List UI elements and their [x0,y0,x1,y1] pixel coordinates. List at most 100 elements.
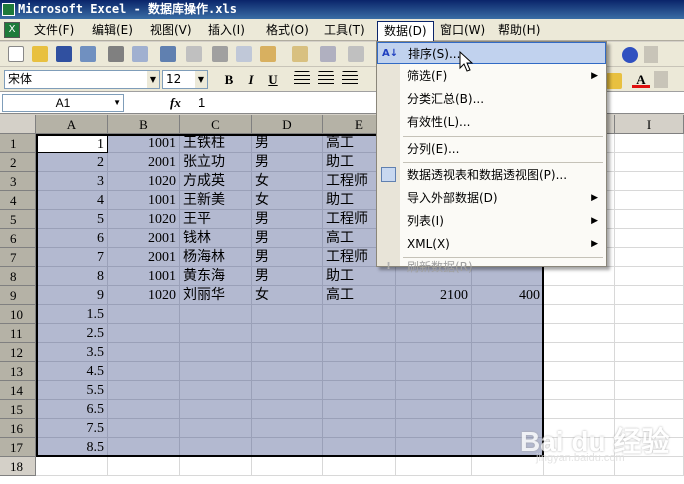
name-box[interactable]: A1 ▼ [2,94,124,112]
menu-help[interactable]: 帮助(H) [492,21,546,39]
cell-a1[interactable]: 1 [36,134,108,153]
cell-e17[interactable] [323,438,396,457]
column-header-c[interactable]: C [180,115,252,134]
fill-color-icon[interactable] [606,73,622,89]
cell-e13[interactable] [323,362,396,381]
copy-icon[interactable] [236,46,252,62]
select-all-corner[interactable] [0,115,36,134]
cell-c15[interactable] [180,400,252,419]
cell-c2[interactable]: 张立功 [180,153,252,172]
cell-h15[interactable] [544,400,615,419]
cell-c5[interactable]: 王平 [180,210,252,229]
cell-d18[interactable] [252,457,323,476]
align-right-icon[interactable] [342,71,358,87]
column-header-b[interactable]: B [108,115,180,134]
cell-d14[interactable] [252,381,323,400]
cell-a10[interactable]: 1.5 [36,305,108,324]
menu-view[interactable]: 视图(V) [144,21,198,39]
cell-d17[interactable] [252,438,323,457]
row-header-5[interactable]: 5 [0,210,36,229]
undo-icon[interactable] [320,46,336,62]
cell-i15[interactable] [615,400,684,419]
cell-a14[interactable]: 5.5 [36,381,108,400]
cell-d6[interactable]: 男 [252,229,323,248]
cell-c7[interactable]: 杨海林 [180,248,252,267]
cell-a3[interactable]: 3 [36,172,108,191]
cell-i13[interactable] [615,362,684,381]
workbook-control-icon[interactable]: X [4,22,20,38]
cell-a15[interactable]: 6.5 [36,400,108,419]
cell-e12[interactable] [323,343,396,362]
cell-a18[interactable] [36,457,108,476]
cell-e11[interactable] [323,324,396,343]
menu-file[interactable]: 文件(F) [28,21,80,39]
column-header-a[interactable]: A [36,115,108,134]
row-header-4[interactable]: 4 [0,191,36,210]
menu-item-text-to-columns[interactable]: 分列(E)... [377,138,606,160]
cell-a12[interactable]: 3.5 [36,343,108,362]
font-name-select[interactable]: 宋体 ▼ [4,70,160,89]
help-icon[interactable] [622,47,638,63]
cell-a8[interactable]: 8 [36,267,108,286]
cell-c6[interactable]: 钱林 [180,229,252,248]
cell-i2[interactable] [615,153,684,172]
cell-i3[interactable] [615,172,684,191]
cell-c9[interactable]: 刘丽华 [180,286,252,305]
row-header-7[interactable]: 7 [0,248,36,267]
cell-g13[interactable] [472,362,544,381]
cell-f11[interactable] [396,324,472,343]
cut-icon[interactable] [212,46,228,62]
cell-c10[interactable] [180,305,252,324]
row-header-14[interactable]: 14 [0,381,36,400]
menu-format[interactable]: 格式(O) [260,21,315,39]
cell-b15[interactable] [108,400,180,419]
insert-function-button[interactable]: fx [170,95,181,111]
cell-h14[interactable] [544,381,615,400]
align-center-icon[interactable] [318,71,334,87]
formula-input[interactable]: 1 [198,95,205,110]
cell-c13[interactable] [180,362,252,381]
cell-b5[interactable]: 1020 [108,210,180,229]
row-header-10[interactable]: 10 [0,305,36,324]
menu-edit[interactable]: 编辑(E) [86,21,139,39]
redo-icon[interactable] [348,46,364,62]
cell-c17[interactable] [180,438,252,457]
row-header-12[interactable]: 12 [0,343,36,362]
cell-d10[interactable] [252,305,323,324]
row-header-9[interactable]: 9 [0,286,36,305]
column-header-i[interactable]: I [615,115,684,134]
cell-h13[interactable] [544,362,615,381]
cell-f18[interactable] [396,457,472,476]
menu-item-subtotals[interactable]: 分类汇总(B)... [377,88,606,110]
cell-b16[interactable] [108,419,180,438]
cell-f16[interactable] [396,419,472,438]
menu-item-pivot-table[interactable]: 数据透视表和数据透视图(P)... [377,164,606,186]
cell-g14[interactable] [472,381,544,400]
row-header-2[interactable]: 2 [0,153,36,172]
cell-e10[interactable] [323,305,396,324]
cell-b3[interactable]: 1020 [108,172,180,191]
cell-c11[interactable] [180,324,252,343]
cell-g9[interactable]: 400 [472,286,544,305]
row-header-3[interactable]: 3 [0,172,36,191]
cell-c4[interactable]: 王新美 [180,191,252,210]
cell-g10[interactable] [472,305,544,324]
cell-c16[interactable] [180,419,252,438]
menu-insert[interactable]: 插入(I) [202,21,251,39]
cell-d9[interactable]: 女 [252,286,323,305]
cell-d13[interactable] [252,362,323,381]
cell-i1[interactable] [615,134,684,153]
cell-d3[interactable]: 女 [252,172,323,191]
cell-i10[interactable] [615,305,684,324]
cell-i5[interactable] [615,210,684,229]
paste-icon[interactable] [260,46,276,62]
cell-b9[interactable]: 1020 [108,286,180,305]
cell-b6[interactable]: 2001 [108,229,180,248]
cell-b4[interactable]: 1001 [108,191,180,210]
underline-button[interactable]: U [264,71,282,88]
cell-h9[interactable] [544,286,615,305]
permission-icon[interactable] [80,46,96,62]
cell-i8[interactable] [615,267,684,286]
menu-item-sort[interactable]: A↓ 排序(S)... [377,42,606,64]
cell-a13[interactable]: 4.5 [36,362,108,381]
